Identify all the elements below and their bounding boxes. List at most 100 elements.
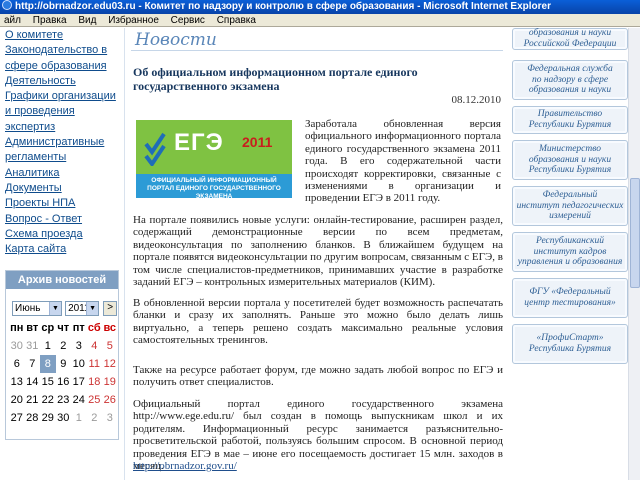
partner-link-line: Министерство [538,143,601,154]
article-paragraph: На портале появились новые услуги: онлай… [133,214,503,289]
section-divider [131,50,503,51]
partner-link-line: Правительство [537,109,603,120]
news-archive: Архив новостей Июнь ▼ 2011 ▼ > пн вт ср чт… [5,270,119,440]
archive-selectors: Июнь ▼ 2011 ▼ > [12,301,118,316]
partner-link-line: институт педагогических [516,200,624,211]
nav-about[interactable]: О комитете [0,28,122,43]
calendar-day[interactable]: 5 [102,337,118,355]
archive-go-button[interactable]: > [103,301,118,316]
calendar-day[interactable]: 27 [9,409,25,427]
scrollbar-thumb[interactable] [630,178,640,288]
nav-sitemap[interactable]: Карта сайта [0,242,122,257]
partner-link-testing-center[interactable]: ФГУ «Федеральный центр тестирования» [512,278,628,318]
partner-link-line: образования и науки [528,85,612,96]
calendar-day[interactable]: 2 [56,337,72,355]
month-select[interactable]: Июнь ▼ [12,301,62,316]
calendar-day[interactable]: 29 [40,409,56,427]
calendar-day[interactable]: 23 [56,391,72,409]
menu-help[interactable]: Справка [213,14,261,27]
partner-links: образования и науки Российской Федерации … [510,28,628,480]
calendar-day-current[interactable]: 8 [40,355,56,373]
partner-link-republican-institute[interactable]: Республиканский институт кадров управления… [512,232,628,272]
nav-documents[interactable]: Документы [0,181,122,196]
ege-logo-year: 2011 [242,134,273,150]
calendar-day[interactable]: 20 [9,391,25,409]
calendar-day[interactable]: 11 [87,355,103,373]
calendar-day[interactable]: 4 [87,337,103,355]
calendar-day[interactable]: 30 [9,337,25,355]
vertical-scrollbar[interactable] [628,28,640,480]
menu-bar: айл Правка Вид Избранное Сервис Справка [0,14,640,27]
partner-link-line: ФГУ «Федеральный [529,287,611,298]
weekday-header: ср [41,322,55,334]
page-content: О комитете Законодательство в сфере обра… [0,28,640,480]
article-paragraph: Также на ресурсе работает форум, где мож… [133,364,503,389]
year-select[interactable]: 2011 ▼ [65,301,100,316]
window-title-bar: http://obrnadzor.edu03.ru - Комитет по н… [0,0,640,14]
weekday-header: чт [57,322,70,334]
calendar-day[interactable]: 2 [87,409,103,427]
partner-link-government-buryatia[interactable]: Правительство Республики Бурятия [512,106,628,134]
calendar-day[interactable]: 9 [56,355,72,373]
month-value: Июнь [15,303,41,314]
weekday-header: вс [103,322,117,334]
menu-file[interactable]: айл [0,14,26,27]
nav-legislation[interactable]: Законодательство в сфере образования [0,43,122,74]
calendar-day[interactable]: 7 [25,355,41,373]
calendar-day[interactable]: 30 [56,409,72,427]
article-paragraph: Заработала обновленная версия официально… [305,118,501,205]
weekday-header: сб [87,322,101,334]
nav-analytics[interactable]: Аналитика [0,166,122,181]
nav-regulations[interactable]: Административные регламенты [0,135,122,166]
partner-link-line: Российской Федерации [523,39,617,49]
calendar-day[interactable]: 16 [56,373,72,391]
article-paragraph: В обновленной версии портала у посетител… [133,297,503,347]
calendar-day[interactable]: 15 [40,373,56,391]
calendar-day[interactable]: 19 [102,373,118,391]
calendar-day[interactable]: 3 [102,409,118,427]
article-link-line: http://obrnadzor.gov.ru/ [133,460,503,472]
partner-link-fipi[interactable]: Федеральный институт педагогических измере… [512,186,628,226]
partner-link-line: центр тестирования» [524,298,616,308]
partner-link-line: Республика Бурятия [528,344,612,354]
calendar-day[interactable]: 6 [9,355,25,373]
calendar-day[interactable]: 17 [71,373,87,391]
article-link[interactable]: http://obrnadzor.gov.ru/ [133,460,237,472]
calendar-day[interactable]: 1 [40,337,56,355]
chevron-down-icon: ▼ [49,302,61,315]
calendar-day[interactable]: 13 [9,373,25,391]
partner-link-ministry-rf[interactable]: образования и науки Российской Федерации [512,28,628,50]
nav-schedules[interactable]: Графики организации и проведения эксперт… [0,89,122,135]
calendar-day[interactable]: 25 [87,391,103,409]
calendar-day[interactable]: 28 [25,409,41,427]
calendar-day[interactable]: 1 [71,409,87,427]
nav-draft-acts[interactable]: Проекты НПА [0,196,122,211]
section-title: Новости [135,30,217,50]
calendar-day[interactable]: 12 [102,355,118,373]
internet-explorer-icon [2,0,12,10]
partner-link-profistart[interactable]: «ПрофиСтарт» Республика Бурятия [512,324,628,364]
partner-link-line: измерений [549,211,591,222]
banner-caption: ОФИЦИАЛЬНЫЙ ИНФОРМАЦИОННЫЙ ПОРТАЛ ЕДИНОГ… [147,177,281,198]
nav-directions[interactable]: Схема проезда [0,227,122,242]
calendar-day[interactable]: 21 [25,391,41,409]
menu-favorites[interactable]: Избранное [104,14,164,27]
menu-tools[interactable]: Сервис [167,14,210,27]
calendar-day[interactable]: 3 [71,337,87,355]
calendar-day[interactable]: 18 [87,373,103,391]
menu-edit[interactable]: Правка [29,14,72,27]
nav-activity[interactable]: Деятельность [0,74,122,89]
nav-faq[interactable]: Вопрос - Ответ [0,212,122,227]
partner-link-line: «ПрофиСтарт» [536,333,604,344]
ege-banner-image: ЕГЭ 2011 ОФИЦИАЛЬНЫЙ ИНФОРМАЦИОННЫЙ ПОРТ… [136,120,292,198]
menu-view[interactable]: Вид [74,14,101,27]
calendar-day[interactable]: 26 [102,391,118,409]
calendar-day[interactable]: 10 [71,355,87,373]
calendar-day[interactable]: 31 [25,337,41,355]
partner-link-ministry-buryatia[interactable]: Министерство образования и науки Республик… [512,140,628,180]
calendar-day[interactable]: 14 [25,373,41,391]
calendar-day[interactable]: 22 [40,391,56,409]
window-title: http://obrnadzor.edu03.ru - Комитет по н… [15,1,552,12]
partner-link-rosobrnadzor[interactable]: Федеральная служба по надзору в сфере обра… [512,60,628,100]
calendar-day[interactable]: 24 [71,391,87,409]
